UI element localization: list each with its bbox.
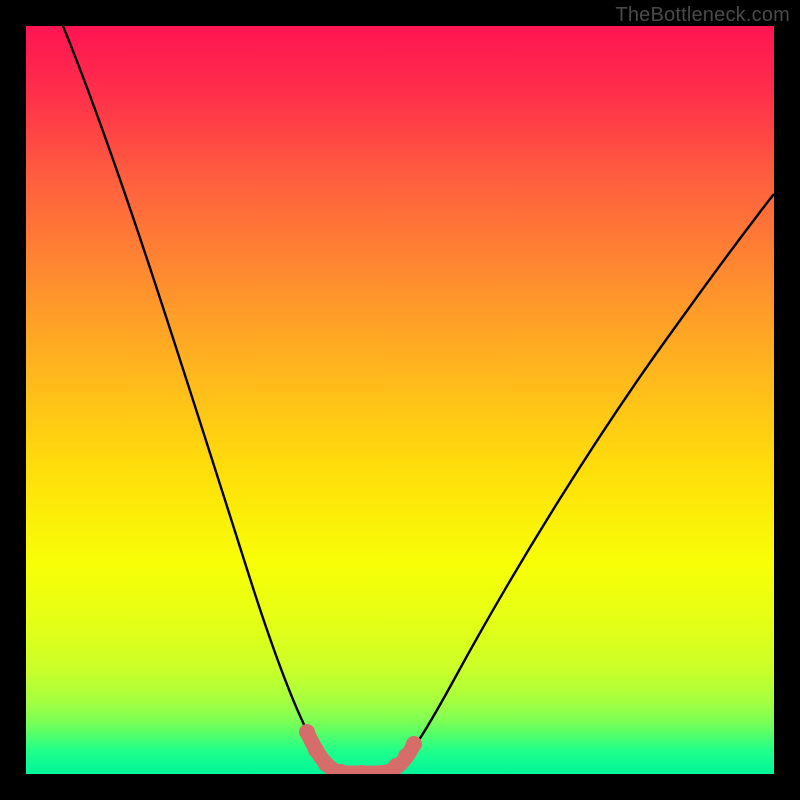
bottleneck-curve (63, 26, 774, 774)
chart-frame: TheBottleneck.com (0, 0, 800, 800)
chart-svg (26, 26, 774, 774)
highlight-dot (406, 736, 422, 752)
highlight-dot (318, 756, 334, 772)
highlight-dot (299, 724, 315, 740)
plot-area (26, 26, 774, 774)
highlight-dot (308, 742, 324, 758)
watermark: TheBottleneck.com (615, 4, 790, 27)
